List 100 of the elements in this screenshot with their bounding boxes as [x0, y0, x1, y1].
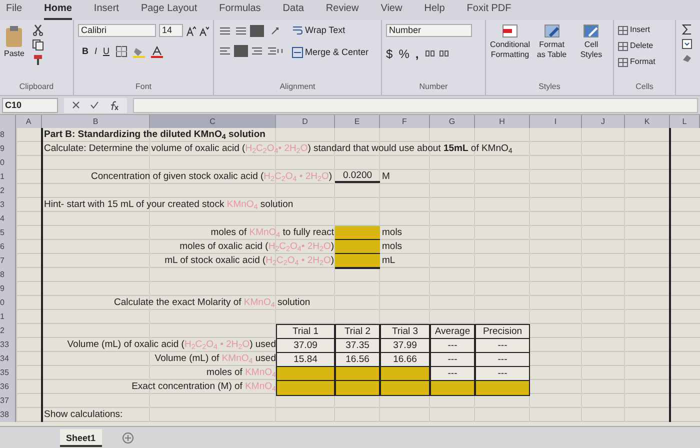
decimal-icons[interactable] [424, 49, 451, 59]
row-header[interactable]: 38 [0, 408, 16, 423]
add-sheet-icon[interactable] [122, 432, 134, 444]
row-header[interactable]: 36 [0, 380, 16, 395]
underline-button[interactable]: U [103, 45, 110, 58]
table-format-icon[interactable] [544, 24, 560, 38]
cells-button[interactable]: Insert [630, 24, 650, 36]
row-header[interactable]: 1 [0, 170, 16, 185]
row-header[interactable]: 0 [0, 156, 16, 171]
row-header[interactable]: 8 [0, 128, 16, 143]
wrap-text-button[interactable]: Wrap Text [305, 24, 346, 38]
style-button[interactable]: Conditional Formatting [490, 40, 530, 60]
currency-button[interactable]: $ [386, 45, 393, 63]
group-label: Number [418, 81, 449, 93]
ribbon-tab[interactable]: Data [282, 1, 304, 20]
cells-grid-icon[interactable] [618, 26, 628, 34]
answer-box[interactable] [335, 380, 380, 396]
column-header[interactable]: C [150, 115, 276, 128]
ribbon-tab[interactable]: Help [424, 1, 445, 20]
row-header[interactable]: 2 [0, 184, 16, 199]
row-header[interactable]: 5 [0, 226, 16, 241]
font-name-field[interactable]: Calibri [78, 24, 156, 37]
ribbon-tab[interactable]: File [6, 1, 22, 20]
cell-label: Volume (mL) of oxalic acid (H$_{2}$C$_{2}$O$_{4}$ • 2H$_{2}$O) used [66, 338, 276, 353]
bold-button[interactable]: B [82, 45, 88, 58]
row-header[interactable]: 1 [0, 310, 16, 325]
clipboard-icon[interactable] [4, 24, 24, 48]
unit-label: mols [381, 240, 404, 254]
row-header[interactable]: 37 [0, 394, 16, 409]
fill-color-icon[interactable] [132, 46, 145, 58]
italic-button[interactable]: I [94, 45, 98, 58]
merge-center-button[interactable]: Merge & Center [305, 46, 369, 59]
answer-box[interactable] [335, 254, 380, 269]
cells-grid-icon[interactable] [618, 42, 628, 50]
row-header[interactable]: 7 [0, 254, 16, 269]
ribbon-tab[interactable]: Formulas [219, 1, 261, 20]
row-header[interactable]: 0 [0, 296, 16, 311]
instruction-text: Calculate: Determine the volume of oxalic acid (H$_{2}$C$_{2}$O$_{4}$• 2H$_{2}$O) standard that would use about 15mL of KMnO$_{4}$ [43, 142, 514, 157]
fill-down-icon[interactable] [682, 39, 692, 49]
row-header[interactable]: 6 [0, 240, 16, 255]
row-header[interactable]: 34 [0, 352, 16, 367]
sheet-tab[interactable]: Sheet1 [60, 428, 102, 446]
ribbon-tab[interactable]: Page Layout [140, 1, 198, 20]
row-header[interactable]: 8 [0, 268, 16, 283]
column-header[interactable]: A [16, 115, 42, 128]
column-header[interactable]: L [670, 115, 700, 128]
cell-style-icon[interactable] [583, 24, 600, 38]
shrink-font-icon[interactable] [199, 26, 209, 36]
cells-button[interactable]: Format [630, 56, 656, 68]
scissors-icon[interactable] [32, 24, 44, 36]
formula-input[interactable] [133, 98, 698, 112]
row-header[interactable]: 35 [0, 366, 16, 381]
cancel-icon[interactable] [72, 101, 80, 109]
row-header[interactable]: 4 [0, 212, 16, 227]
check-icon[interactable] [90, 101, 99, 109]
conditional-format-icon[interactable] [502, 24, 518, 38]
answer-box[interactable] [335, 226, 380, 241]
brush-icon[interactable] [32, 54, 44, 66]
column-header[interactable]: J [582, 115, 625, 128]
copy-icon[interactable] [32, 39, 44, 51]
wrap-text-icon[interactable] [292, 25, 303, 36]
font-size-field[interactable]: 14 [159, 24, 183, 37]
merge-cells-icon[interactable] [292, 46, 303, 58]
ribbon-tab[interactable]: View [380, 1, 402, 20]
ribbon-tab[interactable]: Foxit PDF [466, 1, 512, 20]
cells-button[interactable]: Delete [630, 40, 654, 52]
column-header[interactable]: K [625, 115, 670, 128]
column-header[interactable]: H [475, 115, 530, 128]
style-button[interactable]: Cell Styles [574, 40, 609, 60]
function-icon[interactable] [109, 100, 119, 110]
row-header[interactable]: 9 [0, 142, 16, 157]
row-header[interactable]: 3 [0, 198, 16, 213]
answer-box[interactable] [475, 380, 530, 396]
column-header[interactable]: F [380, 115, 430, 128]
instruction-text: Hint- start with 15 mL of your created stock KMnO$_{4}$ solution [43, 198, 294, 213]
answer-box[interactable] [380, 380, 430, 396]
column-header[interactable]: G [430, 115, 475, 128]
column-header[interactable]: D [276, 115, 335, 128]
column-header[interactable]: I [530, 115, 582, 128]
ribbon-tab[interactable]: Review [326, 1, 359, 20]
answer-box[interactable] [276, 380, 335, 396]
percent-button[interactable]: % [398, 45, 410, 63]
font-color-icon[interactable] [150, 46, 163, 58]
row-header[interactable]: 33 [0, 338, 16, 353]
borders-icon[interactable] [116, 46, 127, 58]
grow-font-icon[interactable] [186, 26, 196, 36]
ribbon-tab[interactable]: Insert [94, 1, 119, 20]
row-header[interactable]: 2 [0, 324, 16, 339]
sum-icon[interactable] [682, 24, 692, 35]
answer-box[interactable] [430, 380, 475, 396]
name-box[interactable]: C10 [2, 98, 58, 112]
column-header[interactable]: E [335, 115, 380, 128]
eraser-icon[interactable] [682, 53, 692, 63]
comma-style-button[interactable]: , [415, 45, 419, 63]
style-button[interactable]: Format as Table [534, 40, 570, 60]
row-header[interactable]: 9 [0, 282, 16, 297]
answer-box[interactable] [335, 240, 380, 255]
number-format-field[interactable]: Number [386, 24, 472, 37]
paste-button[interactable]: Paste [4, 48, 24, 60]
cells-grid-icon[interactable] [618, 58, 628, 66]
